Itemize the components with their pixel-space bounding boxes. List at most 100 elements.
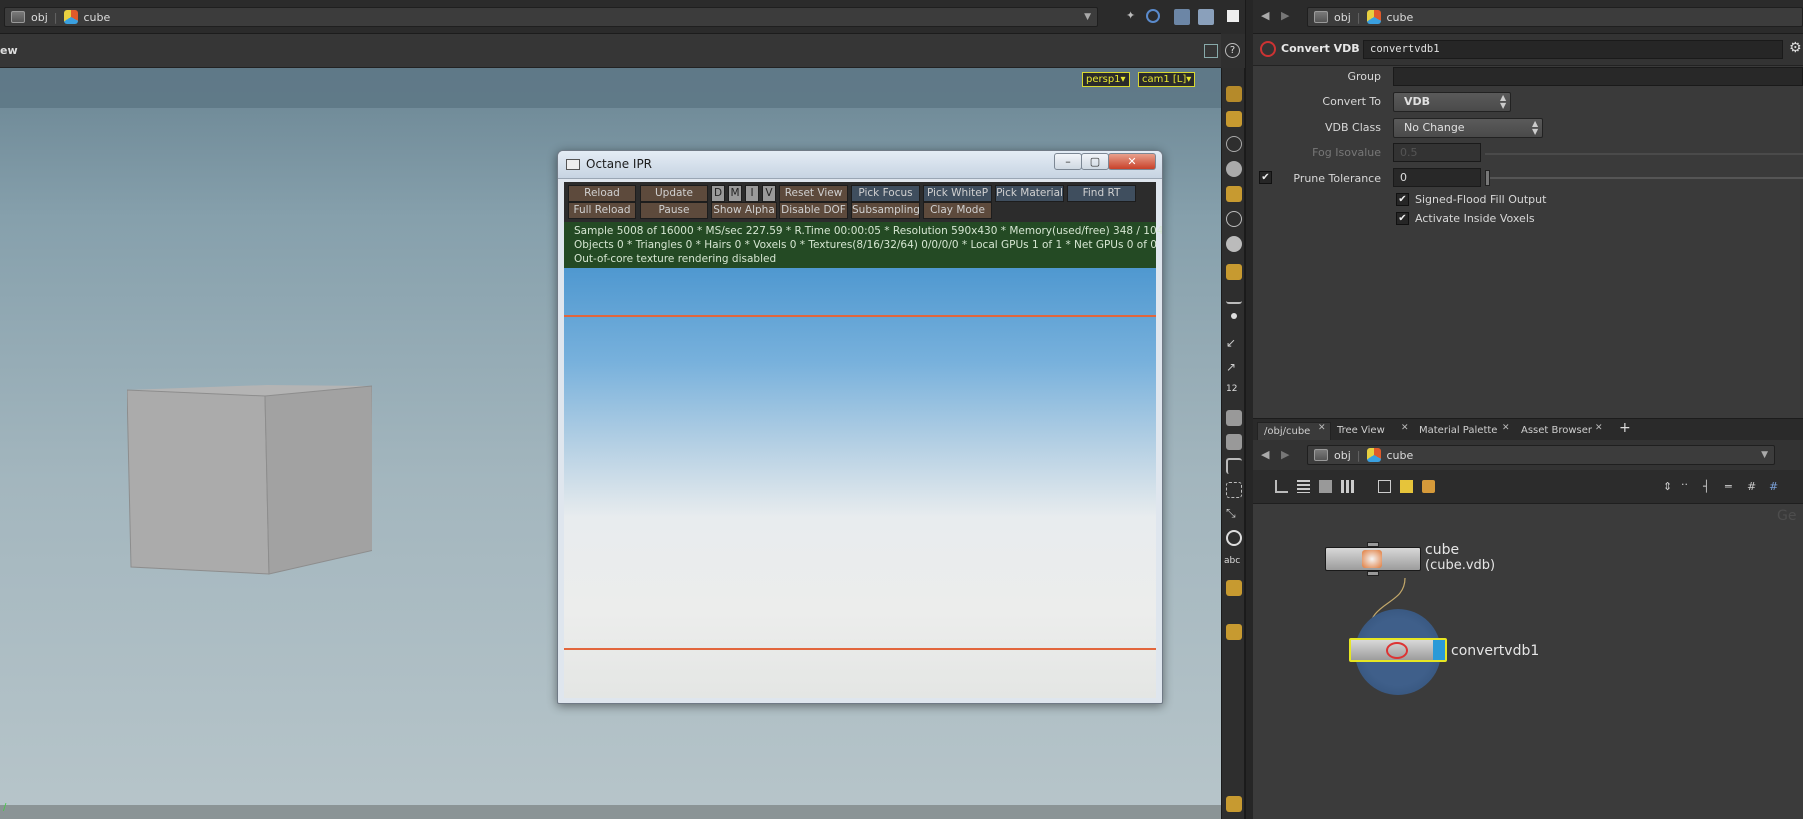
full-reload-button[interactable]: Full Reload <box>568 202 636 219</box>
update-button[interactable]: Update <box>640 185 708 202</box>
shading-icon[interactable] <box>1226 161 1242 177</box>
breadcrumb-obj[interactable]: obj <box>1334 11 1351 24</box>
hull-icon[interactable] <box>1226 410 1242 426</box>
display-flag[interactable] <box>1433 640 1445 660</box>
cube-file-node[interactable] <box>1325 547 1421 571</box>
point-icon[interactable] <box>1231 313 1237 319</box>
chevron-down-icon[interactable]: ▼ <box>1084 12 1091 22</box>
normal-icon[interactable]: ↙ <box>1226 336 1242 352</box>
forward-arrow-icon[interactable]: ▶ <box>1281 448 1289 461</box>
pick-focus-button[interactable]: Pick Focus <box>851 185 920 202</box>
numbers-icon[interactable]: 12 <box>1226 384 1242 400</box>
vector-icon[interactable]: ↗ <box>1226 360 1242 376</box>
cam1-camera-menu[interactable]: cam1 [L]▾ <box>1138 72 1196 87</box>
i-toggle[interactable]: I <box>745 185 759 202</box>
ghost-icon[interactable] <box>1226 136 1242 152</box>
close-tab-icon[interactable]: ✕ <box>1401 423 1409 433</box>
breadcrumb-cube[interactable]: cube <box>1387 11 1414 24</box>
convertvdb-node[interactable] <box>1349 638 1447 662</box>
scale-icon[interactable]: ⤡ <box>1226 506 1242 522</box>
skull-icon[interactable] <box>1226 236 1242 252</box>
activate-inside-checkbox[interactable]: ✔ <box>1396 212 1409 225</box>
snap-icon[interactable] <box>1226 86 1242 102</box>
clay-mode-button[interactable]: Clay Mode <box>923 202 992 219</box>
align-left-icon[interactable]: ┤ <box>1703 480 1710 493</box>
viewer-breadcrumb[interactable]: obj | cube ▼ <box>4 7 1098 27</box>
close-tab-icon[interactable]: ✕ <box>1318 423 1326 433</box>
dots-icon[interactable]: ·· <box>1681 478 1688 491</box>
tree-icon[interactable] <box>1275 480 1288 493</box>
lock-icon[interactable] <box>1226 111 1242 127</box>
breadcrumb-cube[interactable]: cube <box>84 11 111 24</box>
node-name-field[interactable]: convertvdb1 <box>1363 40 1783 59</box>
breadcrumb-obj[interactable]: obj <box>31 11 48 24</box>
cache-icon[interactable] <box>1174 9 1190 25</box>
help-icon[interactable]: ? <box>1225 43 1240 58</box>
slider-handle[interactable] <box>1485 170 1490 186</box>
network-breadcrumb[interactable]: obj | cube ▼ <box>1307 445 1775 465</box>
octane-render-view[interactable] <box>564 268 1156 698</box>
edge-icon[interactable] <box>1226 434 1242 450</box>
background-image-icon[interactable] <box>1226 580 1242 596</box>
show-alpha-button[interactable]: Show Alpha <box>711 202 777 219</box>
display-options-icon[interactable] <box>1204 44 1218 58</box>
record-icon[interactable] <box>1226 530 1242 546</box>
camera-icon[interactable] <box>1226 264 1242 280</box>
pin-light-icon[interactable] <box>1226 211 1242 227</box>
grid-view-icon[interactable] <box>1341 480 1354 493</box>
tab-asset-browser[interactable]: Asset Browser <box>1515 422 1605 440</box>
m-toggle[interactable]: M <box>728 185 742 202</box>
pin-icon[interactable]: ✦ <box>1126 9 1142 25</box>
back-arrow-icon[interactable]: ◀ <box>1261 9 1269 22</box>
breadcrumb-obj[interactable]: obj <box>1334 449 1351 462</box>
pause-button[interactable]: Pause <box>640 202 708 219</box>
node-output-port[interactable] <box>1367 571 1379 576</box>
disable-dof-button[interactable]: Disable DOF <box>779 202 848 219</box>
pane-divider[interactable] <box>1245 0 1253 819</box>
reload-button[interactable]: Reload <box>568 185 636 202</box>
convert-to-menu[interactable]: VDB <box>1393 92 1511 112</box>
prune-tolerance-field[interactable]: 0 <box>1393 168 1481 187</box>
minimize-button[interactable]: – <box>1054 153 1082 170</box>
chevron-down-icon[interactable]: ▼ <box>1761 450 1768 460</box>
find-rt-button[interactable]: Find RT <box>1067 185 1136 202</box>
close-tab-icon[interactable]: ✕ <box>1502 423 1510 433</box>
marker-icon[interactable] <box>1226 624 1242 640</box>
maximize-icon[interactable] <box>1227 10 1239 22</box>
network-box-icon[interactable] <box>1422 480 1435 493</box>
grid-icon[interactable] <box>1226 796 1242 812</box>
pick-whitepoint-button[interactable]: Pick WhiteP <box>923 185 992 202</box>
v-toggle[interactable]: V <box>762 185 776 202</box>
frame-icon[interactable] <box>1378 480 1391 493</box>
octane-titlebar[interactable]: Octane IPR – ▢ ✕ <box>558 151 1162 179</box>
add-tab-button[interactable]: + <box>1619 420 1631 436</box>
d-toggle[interactable]: D <box>711 185 725 202</box>
persp-camera-menu[interactable]: persp1▾ <box>1082 72 1130 87</box>
tab-material-palette[interactable]: Material Palette <box>1413 422 1515 440</box>
signed-flood-checkbox[interactable]: ✔ <box>1396 193 1409 206</box>
params-breadcrumb[interactable]: obj | cube <box>1307 7 1803 27</box>
light-icon[interactable] <box>1226 186 1242 202</box>
group-field[interactable] <box>1393 67 1803 86</box>
maximize-button[interactable]: ▢ <box>1081 153 1109 170</box>
grid-icon[interactable]: # <box>1769 480 1778 493</box>
vdb-class-menu[interactable]: No Change <box>1393 118 1543 138</box>
list-icon[interactable] <box>1297 480 1310 493</box>
breadcrumb-cube[interactable]: cube <box>1387 449 1414 462</box>
pick-material-button[interactable]: Pick Material <box>995 185 1064 202</box>
cube-geometry[interactable] <box>127 385 372 575</box>
text-icon[interactable]: abc <box>1224 556 1240 572</box>
curve-icon[interactable] <box>1226 458 1242 474</box>
sticky-note-icon[interactable] <box>1400 480 1413 493</box>
back-arrow-icon[interactable]: ◀ <box>1261 448 1269 461</box>
snap-grid-icon[interactable]: # <box>1747 480 1756 493</box>
align-icon[interactable]: ⇕ <box>1663 480 1672 493</box>
reset-view-button[interactable]: Reset View <box>779 185 848 202</box>
subsampling-button[interactable]: Subsampling <box>851 202 920 219</box>
display-icon[interactable] <box>1198 9 1214 25</box>
layout-icon[interactable] <box>1319 480 1332 493</box>
align-center-icon[interactable]: ═ <box>1725 480 1732 493</box>
node-input-port[interactable] <box>1367 542 1379 547</box>
close-tab-icon[interactable]: ✕ <box>1595 423 1603 433</box>
transform-icon[interactable] <box>1226 482 1242 498</box>
